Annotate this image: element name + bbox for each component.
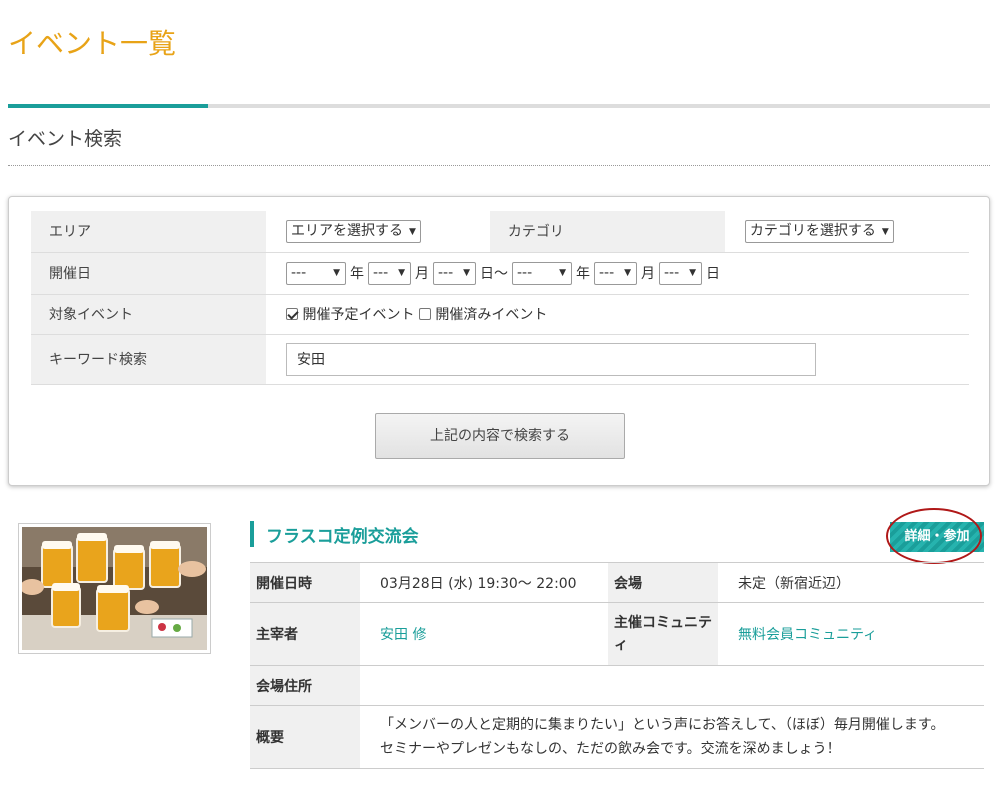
from-year-select[interactable]: --- ▼ [286,261,346,285]
category-label: カテゴリ [489,211,725,253]
page-title: イベント一覧 [8,27,177,60]
category-select[interactable]: カテゴリを選択する ▼ [744,219,894,243]
from-month-select[interactable]: --- ▼ [368,261,411,285]
area-select-value: エリアを選択する [291,222,403,239]
to-day-select[interactable]: --- ▼ [659,261,702,285]
area-label: エリア [31,211,266,253]
community-label: 主催コミュニティ [608,602,718,666]
active-tab-indicator [8,104,208,108]
address-label: 会場住所 [250,665,360,706]
venue-value: 未定（新宿近辺） [718,562,984,603]
month-unit: 月 [641,266,655,282]
upcoming-checkbox[interactable] [286,308,298,320]
chevron-down-icon: ▼ [881,226,889,237]
to-year-select[interactable]: --- ▼ [512,261,572,285]
to-year-value: --- [517,264,533,281]
from-day-value: --- [438,264,454,281]
organizer-link[interactable]: 安田 修 [380,627,426,643]
dotted-divider [8,165,990,166]
beer-toast-photo-icon [22,527,207,650]
chevron-down-icon: ▼ [463,267,470,278]
event-thumbnail[interactable] [18,523,211,654]
section-divider [8,104,990,108]
event-detail-table: 開催日時 03月28日 (水) 19:30〜 22:00 会場 未定（新宿近辺）… [250,562,984,769]
chevron-down-icon: ▼ [689,267,696,278]
summary-line-1: 「メンバーの人と定期的に集まりたい」という声にお答えして、（ほぼ）毎月開催します… [380,717,945,733]
month-unit: 月 [415,266,429,282]
annotation-circle [886,508,982,564]
date-label: 開催日 [31,252,266,295]
year-unit: 年 [576,266,590,282]
search-form-table: エリア エリアを選択する ▼ カテゴリ カテゴリを選択する ▼ 開催日 --- ▼ 年 -… [31,211,969,385]
event-title[interactable]: フラスコ定例交流会 [266,522,419,547]
chevron-down-icon: ▼ [624,267,631,278]
past-label: 開催済みイベント [435,307,548,323]
date-time-label: 開催日時 [250,562,360,603]
to-month-select[interactable]: --- ▼ [594,261,637,285]
keyword-label: キーワード検索 [31,334,266,385]
category-select-value: カテゴリを選択する [749,222,876,239]
to-day-value: --- [664,264,680,281]
search-submit-button[interactable]: 上記の内容で検索する [375,413,625,459]
to-month-value: --- [599,264,615,281]
keyword-input[interactable] [286,342,816,376]
summary-label: 概要 [250,705,360,769]
year-unit: 年 [350,266,364,282]
range-separator: 日〜 [480,266,508,282]
community-link[interactable]: 無料会員コミュニティ [738,627,877,643]
summary-line-2: セミナーやプレゼンもなしの、ただの飲み会です。交流を深めましょう！ [380,741,841,757]
chevron-down-icon: ▼ [559,267,566,278]
from-year-value: --- [291,264,307,281]
area-select[interactable]: エリアを選択する ▼ [286,219,421,243]
chevron-down-icon: ▼ [333,267,340,278]
address-value [360,665,984,706]
chevron-down-icon: ▼ [398,267,405,278]
from-month-value: --- [373,264,389,281]
date-time-value: 03月28日 (水) 19:30〜 22:00 [360,562,608,603]
past-checkbox[interactable] [418,308,431,320]
chevron-down-icon: ▼ [409,226,416,237]
from-day-select[interactable]: --- ▼ [433,261,476,285]
target-label: 対象イベント [31,294,266,335]
search-panel: エリア エリアを選択する ▼ カテゴリ カテゴリを選択する ▼ 開催日 --- ▼ 年 -… [8,196,990,486]
upcoming-label: 開催予定イベント [302,307,415,323]
title-accent-bar [250,521,254,547]
organizer-label: 主宰者 [250,602,360,666]
section-title: イベント検索 [8,128,123,150]
day-unit: 日 [706,266,720,282]
venue-label: 会場 [608,562,718,603]
